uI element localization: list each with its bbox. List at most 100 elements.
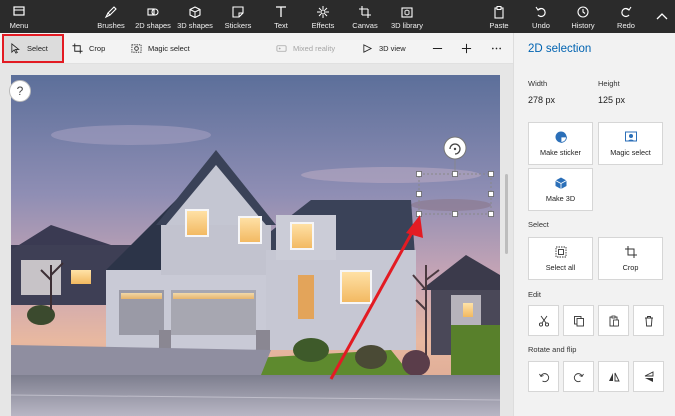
- paste-panel-button[interactable]: [598, 305, 629, 336]
- scissors-icon: [538, 315, 549, 327]
- menu-label: Menu: [9, 21, 29, 30]
- magic-select-panel-label: Magic select: [610, 148, 651, 157]
- make-sticker-button[interactable]: Make sticker: [528, 122, 593, 165]
- magic-select-icon: [131, 44, 142, 53]
- effects-tab[interactable]: Effects: [309, 0, 337, 33]
- brushes-tab[interactable]: Brushes: [94, 0, 128, 33]
- menu-button[interactable]: Menu: [4, 0, 34, 33]
- plus-icon: [461, 43, 472, 54]
- trash-icon: [644, 315, 653, 326]
- stickers-label: Stickers: [224, 21, 252, 30]
- rotate-section-label: Rotate and flip: [528, 345, 577, 354]
- magic-select-icon: [624, 131, 637, 142]
- undo-label: Undo: [532, 21, 550, 30]
- stickers-tab[interactable]: Stickers: [222, 0, 254, 33]
- resize-handle-left[interactable]: [416, 191, 422, 197]
- canvas-area[interactable]: ?: [0, 64, 513, 416]
- make-3d-label: Make 3D: [545, 194, 576, 203]
- paste-button[interactable]: Paste: [486, 0, 512, 33]
- text-label: Text: [274, 21, 288, 30]
- brushes-label: Brushes: [97, 21, 125, 30]
- view3d-label: 3D view: [379, 44, 406, 53]
- flip-horizontal-button[interactable]: [598, 361, 629, 392]
- select-all-button[interactable]: Select all: [528, 237, 593, 280]
- minus-icon: [432, 47, 443, 50]
- help-icon: ?: [16, 84, 24, 98]
- selection-box[interactable]: [418, 173, 492, 215]
- more-options-button[interactable]: [491, 33, 508, 64]
- canvas-icon: [359, 6, 371, 18]
- canvas-label: Canvas: [352, 21, 378, 30]
- crop-icon: [72, 43, 83, 54]
- width-field[interactable]: 278 px: [528, 95, 555, 105]
- magic-select-button[interactable]: Magic select: [131, 33, 190, 64]
- resize-handle-top-right[interactable]: [488, 171, 494, 177]
- rotate-left-button[interactable]: [528, 361, 559, 392]
- magic-select-panel-button[interactable]: Magic select: [598, 122, 663, 165]
- width-label: Width: [528, 79, 548, 88]
- undo-icon: [535, 6, 546, 18]
- more-icon: [492, 47, 501, 50]
- select-button[interactable]: Select: [2, 34, 64, 63]
- redo-icon: [621, 6, 632, 18]
- flip-vertical-icon: [644, 370, 653, 382]
- vertical-scrollbar[interactable]: [505, 174, 508, 254]
- rotate-right-button[interactable]: [563, 361, 594, 392]
- ribbon: Menu Brushes 2D shapes 3D shapes Sticker…: [0, 0, 675, 33]
- undo-button[interactable]: Undo: [529, 0, 553, 33]
- canvas-tab[interactable]: Canvas: [350, 0, 380, 33]
- toolbar: Select Crop Magic select Mixed reality 3…: [0, 33, 513, 64]
- flip-vertical-button[interactable]: [633, 361, 664, 392]
- history-button[interactable]: History: [569, 0, 597, 33]
- cube-icon: [554, 177, 567, 189]
- cut-button[interactable]: [528, 305, 559, 336]
- redo-label: Redo: [617, 21, 635, 30]
- resize-handle-top-left[interactable]: [416, 171, 422, 177]
- resize-handle-bottom-right[interactable]: [488, 211, 494, 217]
- brush-icon: [104, 6, 117, 19]
- shapes2d-label: 2D shapes: [135, 21, 171, 30]
- zoom-in-button[interactable]: [461, 33, 478, 64]
- effects-icon: [317, 6, 329, 18]
- view-3d-icon: [363, 44, 373, 53]
- house-photo[interactable]: [11, 75, 500, 416]
- resize-handle-bottom-left[interactable]: [416, 211, 422, 217]
- shapes-3d-icon: [189, 6, 201, 19]
- text-tab[interactable]: Text: [270, 0, 292, 33]
- shapes2d-tab[interactable]: 2D shapes: [134, 0, 172, 33]
- crop-label: Crop: [89, 44, 106, 53]
- select-label: Select: [27, 44, 48, 53]
- paste-label: Paste: [489, 21, 509, 30]
- library3d-tab[interactable]: 3D library: [388, 0, 426, 33]
- sticker-icon: [555, 131, 567, 143]
- mixed-reality-button[interactable]: Mixed reality: [276, 33, 335, 64]
- library3d-label: 3D library: [390, 21, 424, 30]
- help-button[interactable]: ?: [9, 80, 31, 102]
- collapse-ribbon-button[interactable]: [654, 0, 670, 33]
- make-3d-button[interactable]: Make 3D: [528, 168, 593, 211]
- crop-panel-button[interactable]: Crop: [598, 237, 663, 280]
- view3d-button[interactable]: 3D view: [362, 33, 406, 64]
- height-field[interactable]: 125 px: [598, 95, 625, 105]
- cursor-icon: [11, 43, 20, 54]
- resize-handle-right[interactable]: [488, 191, 494, 197]
- shapes3d-tab[interactable]: 3D shapes: [176, 0, 214, 33]
- redo-button[interactable]: Redo: [614, 0, 638, 33]
- edit-section-label: Edit: [528, 290, 541, 299]
- mixed-reality-label: Mixed reality: [293, 44, 336, 53]
- resize-handle-top[interactable]: [452, 171, 458, 177]
- resize-handle-bottom[interactable]: [452, 211, 458, 217]
- zoom-out-button[interactable]: [432, 33, 449, 64]
- shapes3d-label: 3D shapes: [177, 21, 213, 30]
- select-all-icon: [555, 246, 566, 258]
- effects-label: Effects: [311, 21, 335, 30]
- history-label: History: [571, 21, 595, 30]
- copy-icon: [573, 315, 584, 326]
- rotate-left-icon: [538, 372, 549, 382]
- text-icon: [276, 6, 286, 17]
- paste-icon: [494, 6, 504, 19]
- crop-button[interactable]: Crop: [72, 33, 105, 64]
- delete-button[interactable]: [633, 305, 664, 336]
- rotate-handle[interactable]: [443, 136, 467, 160]
- copy-button[interactable]: [563, 305, 594, 336]
